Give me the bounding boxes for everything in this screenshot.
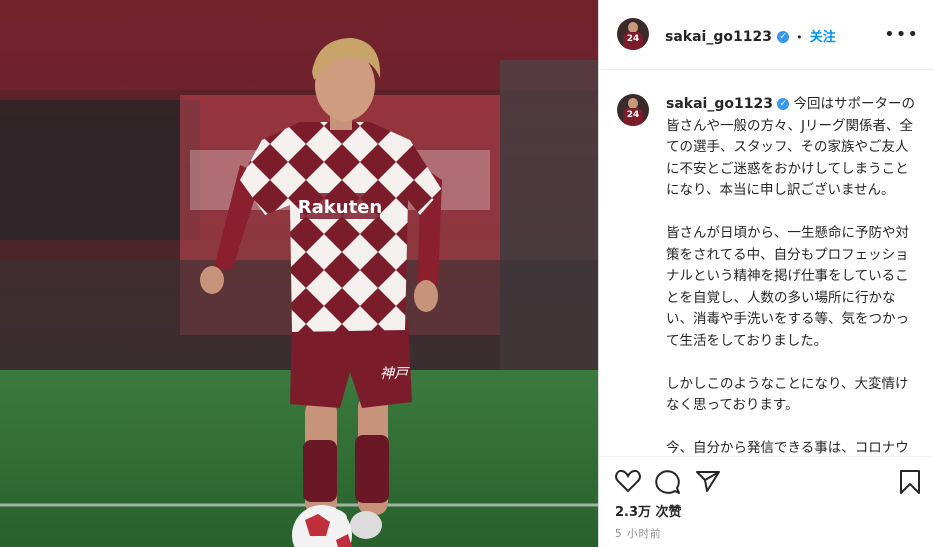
heart-icon[interactable] [615,469,641,493]
post-panel: 24 sakai_go1123 ✓ • 关注 ••• 24 sakai_go11… [598,0,934,547]
caption-avatar[interactable]: 24 [617,94,649,126]
post-actions: 2.3万 次赞 5 小时前 [599,456,934,547]
comment-icon[interactable] [655,469,681,495]
caption-username[interactable]: sakai_go1123 [666,96,773,112]
post-caption: sakai_go1123 ✓ 今回はサポーターの皆さんや一般の方々、Jリーグ関係… [666,94,916,454]
svg-text:神戸: 神戸 [380,366,410,382]
separator: • [796,31,803,44]
header-username[interactable]: sakai_go1123 [665,29,772,45]
verified-icon: ✓ [777,30,790,43]
more-options-icon[interactable]: ••• [884,24,919,45]
follow-button[interactable]: 关注 [810,30,836,45]
jersey-sponsor: Rakuten [298,197,382,218]
likes-count[interactable]: 2.3万 次赞 [615,501,682,520]
post-header: 24 sakai_go1123 ✓ • 关注 ••• [599,0,934,70]
post-time[interactable]: 5 小时前 [615,526,662,541]
bookmark-icon[interactable] [899,469,921,495]
post-photo[interactable]: Rakuten 神戸 [0,0,598,547]
player-image: Rakuten 神戸 [0,0,598,547]
avatar-number: 24 [626,34,640,44]
caption-verified-icon: ✓ [777,98,790,110]
caption-avatar-number: 24 [626,110,640,120]
caption-text: 今回はサポーターの皆さんや一般の方々、Jリーグ関係者、全ての選手、スタッフ、その… [666,96,916,454]
share-icon[interactable] [695,469,721,493]
avatar[interactable]: 24 [617,18,649,50]
